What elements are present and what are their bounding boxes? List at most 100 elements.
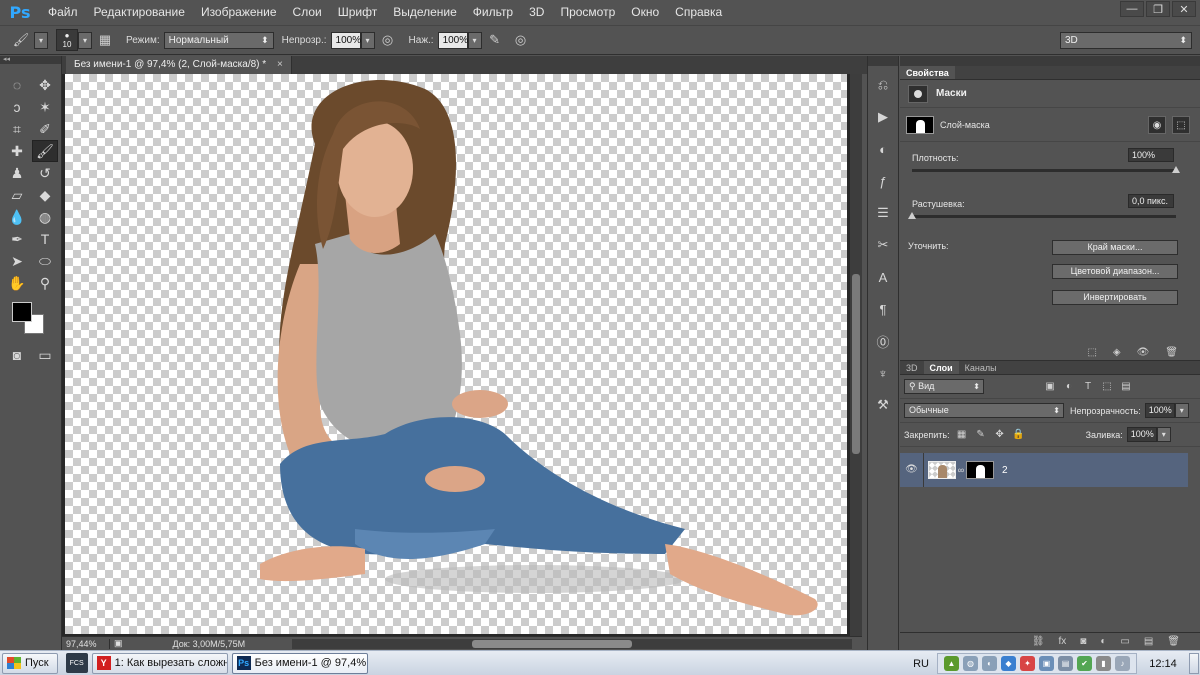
mode-select[interactable]: Нормальный xyxy=(163,31,274,49)
brush-tool-icon[interactable]: 🖌 xyxy=(32,140,58,162)
layer-comps-icon[interactable]: ☰ xyxy=(868,200,898,226)
filter-pixel-icon[interactable]: ▣ xyxy=(1043,380,1057,394)
move-tool-icon[interactable]: ✥ xyxy=(32,74,58,96)
brush-panel-toggle-icon[interactable]: ▦ xyxy=(95,30,115,50)
menu-filter[interactable]: Фильтр xyxy=(465,0,521,25)
sponge-tool-icon[interactable]: ◍ xyxy=(32,206,58,228)
menu-window[interactable]: Окно xyxy=(623,0,667,25)
type-tool-icon[interactable]: T xyxy=(32,228,58,250)
eraser-tool-icon[interactable]: ▱ xyxy=(4,184,30,206)
paint-bucket-tool-icon[interactable]: ◆ xyxy=(32,184,58,206)
nvidia-tray-icon[interactable]: ▲ xyxy=(944,656,959,671)
filter-adjustment-icon[interactable]: ◐ xyxy=(1062,380,1076,394)
path-selection-tool-icon[interactable]: ➤ xyxy=(4,250,30,272)
menu-view[interactable]: Просмотр xyxy=(552,0,623,25)
character-panel-icon[interactable]: A xyxy=(868,264,898,290)
menu-image[interactable]: Изображение xyxy=(193,0,285,25)
history-panel-icon[interactable]: ⎌ xyxy=(868,72,898,98)
load-selection-icon[interactable]: ⬚ xyxy=(1087,347,1096,358)
opacity-input[interactable]: 100% xyxy=(330,31,361,49)
quick-launch-fcs-icon[interactable]: FCS xyxy=(65,653,88,673)
clone-stamp-tool-icon[interactable]: ♟ xyxy=(4,162,30,184)
layer-style-fx-icon[interactable]: fx xyxy=(1059,636,1067,647)
eyedropper-tool-icon[interactable]: ✐ xyxy=(32,118,58,140)
density-slider[interactable] xyxy=(912,169,1176,172)
tab-3d[interactable]: 3D xyxy=(900,361,924,374)
feather-input[interactable]: 0,0 пикс. xyxy=(1128,194,1174,208)
density-slider-knob[interactable] xyxy=(1172,166,1180,173)
screen-mode-icon[interactable]: ▭ xyxy=(32,344,58,366)
show-desktop-button[interactable] xyxy=(1189,653,1199,674)
filter-shape-icon[interactable]: ⬚ xyxy=(1100,380,1114,394)
document-tab[interactable]: Без имени-1 @ 97,4% (2, Слой-маска/8) * … xyxy=(66,56,292,74)
tool-preset-dropdown-icon[interactable]: ▾ xyxy=(34,31,48,49)
marquee-tool-icon[interactable]: ◌ xyxy=(4,74,30,96)
crop-tool-icon[interactable]: ⌗ xyxy=(4,118,30,140)
apply-mask-icon[interactable]: ◈ xyxy=(1113,347,1121,358)
minimize-button[interactable]: — xyxy=(1120,1,1144,17)
menu-layers[interactable]: Слои xyxy=(285,0,330,25)
layer-name[interactable]: 2 xyxy=(1002,465,1008,476)
styles-panel-icon[interactable]: ƒ xyxy=(868,168,898,194)
pixel-mask-button[interactable]: ◉ xyxy=(1148,116,1166,134)
power-tray-icon[interactable]: ▮ xyxy=(1096,656,1111,671)
blend-mode-select[interactable]: Обычные ⬍ xyxy=(904,403,1064,418)
brush-tool-preset-icon[interactable]: 🖌 xyxy=(11,30,31,50)
pressure-size-icon[interactable]: ◎ xyxy=(511,30,531,50)
zoom-level[interactable]: 97,44% xyxy=(62,638,110,649)
menu-edit[interactable]: Редактирование xyxy=(86,0,193,25)
mask-edge-button[interactable]: Край маски... xyxy=(1052,240,1178,255)
kuler-panel-icon[interactable]: ⓪ xyxy=(868,328,898,354)
adjustments-panel-icon[interactable]: ◐ xyxy=(868,136,898,162)
tab-properties[interactable]: Свойства xyxy=(900,66,955,79)
brush-size-picker[interactable]: ● 10 xyxy=(56,29,78,51)
vertical-scrollbar[interactable] xyxy=(850,74,862,636)
invert-button[interactable]: Инвертировать xyxy=(1052,290,1178,305)
density-input[interactable]: 100% xyxy=(1128,148,1174,162)
mask-link-chain-icon[interactable]: ∞ xyxy=(956,465,966,475)
disable-mask-icon[interactable]: 👁 xyxy=(1137,347,1150,358)
new-group-icon[interactable]: ▭ xyxy=(1120,636,1129,647)
display-tray-icon[interactable]: ▣ xyxy=(1039,656,1054,671)
foreground-color-swatch[interactable] xyxy=(12,302,32,322)
tab-layers[interactable]: Слои xyxy=(923,361,959,374)
layer-opacity-dropdown-icon[interactable]: ▾ xyxy=(1174,403,1189,418)
lasso-tool-icon[interactable]: ↄ xyxy=(4,96,30,118)
horizontal-scrollbar[interactable] xyxy=(292,639,852,649)
menu-help[interactable]: Справка xyxy=(667,0,730,25)
layer-opacity-input[interactable]: 100% xyxy=(1144,403,1175,418)
history-brush-tool-icon[interactable]: ↺ xyxy=(32,162,58,184)
canvas-area[interactable] xyxy=(62,74,850,636)
language-indicator[interactable]: RU xyxy=(913,658,929,670)
antivirus-tray-icon[interactable]: ✦ xyxy=(1020,656,1035,671)
feather-slider-knob[interactable] xyxy=(908,212,916,219)
quick-mask-icon[interactable]: ◙ xyxy=(4,344,30,366)
keyboard-tray-icon[interactable]: ▤ xyxy=(1058,656,1073,671)
magic-wand-tool-icon[interactable]: ✶ xyxy=(32,96,58,118)
pen-tool-icon[interactable]: ✒ xyxy=(4,228,30,250)
lock-transparent-icon[interactable]: ▦ xyxy=(955,428,969,442)
menu-3d[interactable]: 3D xyxy=(521,0,552,25)
new-adjustment-layer-icon[interactable]: ◐ xyxy=(1100,636,1106,647)
menu-file[interactable]: Файл xyxy=(40,0,86,25)
tools-collapse-icon[interactable]: ◂◂ xyxy=(0,56,61,64)
tab-channels[interactable]: Каналы xyxy=(959,361,1003,374)
brush-presets-icon[interactable]: ♆ xyxy=(868,360,898,386)
status-info-icon[interactable]: ▣ xyxy=(114,638,123,649)
lock-pixels-icon[interactable]: ✎ xyxy=(974,428,988,442)
layer-mask-thumbnail-small[interactable] xyxy=(966,461,994,479)
close-button[interactable]: ✕ xyxy=(1172,1,1196,17)
flow-input[interactable]: 100% xyxy=(437,31,468,49)
start-button[interactable]: Пуск xyxy=(2,652,58,674)
layer-mask-thumbnail[interactable] xyxy=(906,115,934,134)
restore-button[interactable]: ❐ xyxy=(1146,1,1170,17)
clone-source-icon[interactable]: ⚒ xyxy=(868,392,898,418)
horizontal-scroll-thumb[interactable] xyxy=(472,640,632,648)
speaker-tray-icon[interactable]: ♪ xyxy=(1115,656,1130,671)
menu-type[interactable]: Шрифт xyxy=(330,0,385,25)
filter-smart-object-icon[interactable]: ▤ xyxy=(1119,380,1133,394)
pressure-opacity-icon[interactable]: ◎ xyxy=(378,30,398,50)
network-tray-icon[interactable]: ◍ xyxy=(963,656,978,671)
delete-layer-icon[interactable]: 🗑 xyxy=(1167,636,1180,647)
fill-dropdown-icon[interactable]: ▾ xyxy=(1156,427,1171,442)
